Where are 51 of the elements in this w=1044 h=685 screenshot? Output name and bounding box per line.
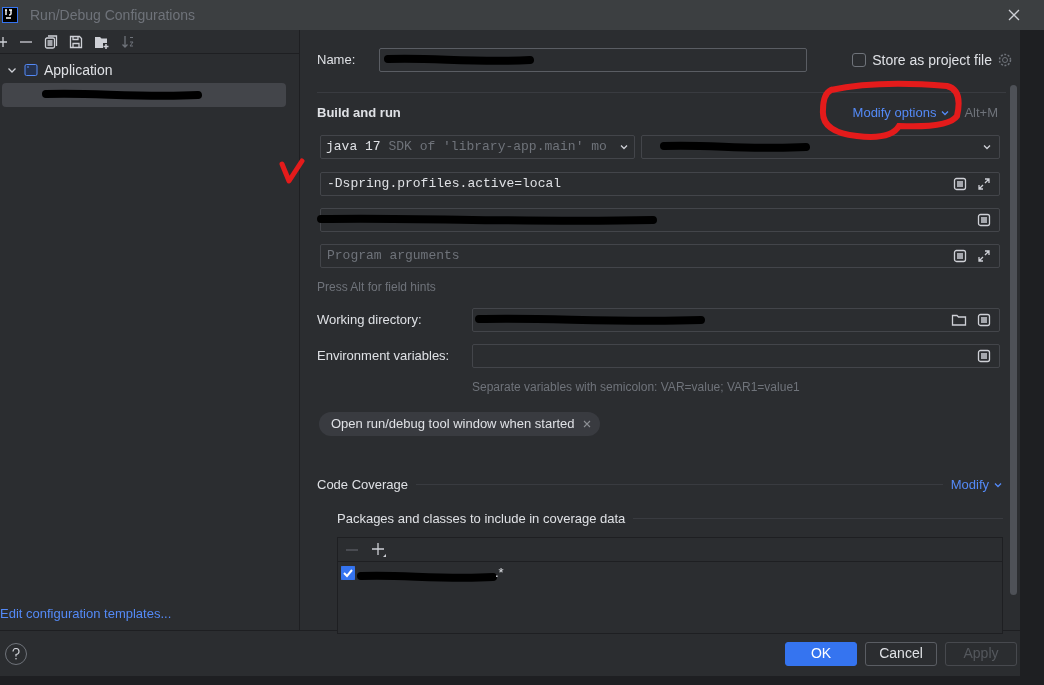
list-icon[interactable] <box>953 249 967 263</box>
checkbox[interactable] <box>341 566 355 580</box>
edit-templates-link[interactable]: Edit configuration templates... <box>0 604 172 624</box>
window-title: Run/Debug Configurations <box>30 5 195 25</box>
dropdown-value: java 17 SDK of 'library-app.main' mo <box>326 138 608 157</box>
section-title: Code Coverage <box>317 476 409 494</box>
package-pattern: .* <box>495 564 504 583</box>
gear-icon[interactable] <box>998 53 1012 67</box>
remove-icon[interactable] <box>582 420 591 428</box>
sort-icon <box>121 34 135 49</box>
list-icon[interactable] <box>977 313 991 327</box>
save-icon[interactable] <box>69 34 83 49</box>
expand-icon[interactable] <box>977 177 991 191</box>
working-directory-field[interactable] <box>472 308 1000 332</box>
field-value: -Dspring.profiles.active=local <box>327 175 562 194</box>
field-hint: Separate variables with semicolon: VAR=value; VAR1=value1 <box>472 379 801 396</box>
list-icon[interactable] <box>953 177 967 191</box>
add-icon[interactable] <box>371 541 387 558</box>
modify-link[interactable]: Modify <box>950 475 1003 495</box>
field-label: Environment variables: <box>317 347 451 366</box>
subsection-title: Packages and classes to include in coverage data <box>337 509 626 528</box>
button[interactable]: Cancel <box>865 641 937 666</box>
close-icon[interactable] <box>1007 8 1021 22</box>
copy-icon[interactable] <box>44 34 58 49</box>
list-icon[interactable] <box>977 349 991 363</box>
option-chip[interactable]: Open run/debug tool window when started <box>319 412 600 436</box>
field-label: Working directory: <box>317 311 423 330</box>
name-field[interactable] <box>379 48 807 72</box>
shortcut-hint: Alt+M <box>964 104 998 123</box>
field-hint: Press Alt for field hints <box>317 279 437 296</box>
folder-icon[interactable] <box>951 313 967 327</box>
environment-variables-field[interactable] <box>472 344 1000 368</box>
tree-item[interactable]: Application <box>44 59 113 81</box>
main-class-field[interactable] <box>320 208 1000 232</box>
scrollbar[interactable] <box>1010 85 1017 595</box>
vm-options-field[interactable]: -Dspring.profiles.active=local <box>320 172 1000 196</box>
section-title: Build and run <box>317 104 401 123</box>
button[interactable]: OK <box>785 641 857 666</box>
application-icon <box>24 63 38 77</box>
field-label: Name: <box>317 51 357 70</box>
checkbox[interactable] <box>852 53 867 67</box>
folder-add-icon[interactable] <box>94 34 110 49</box>
checkbox-label: Store as project file <box>872 50 992 70</box>
add-icon[interactable] <box>0 35 8 48</box>
jre-dropdown[interactable]: java 17 SDK of 'library-app.main' mo <box>320 135 635 159</box>
question-glyph-icon <box>12 647 20 660</box>
annotation-check-mark <box>279 158 305 186</box>
chevron-down-icon[interactable] <box>940 108 951 118</box>
main-class-dropdown[interactable] <box>641 135 1000 159</box>
expand-icon[interactable] <box>977 249 991 263</box>
list-icon[interactable] <box>977 213 991 227</box>
